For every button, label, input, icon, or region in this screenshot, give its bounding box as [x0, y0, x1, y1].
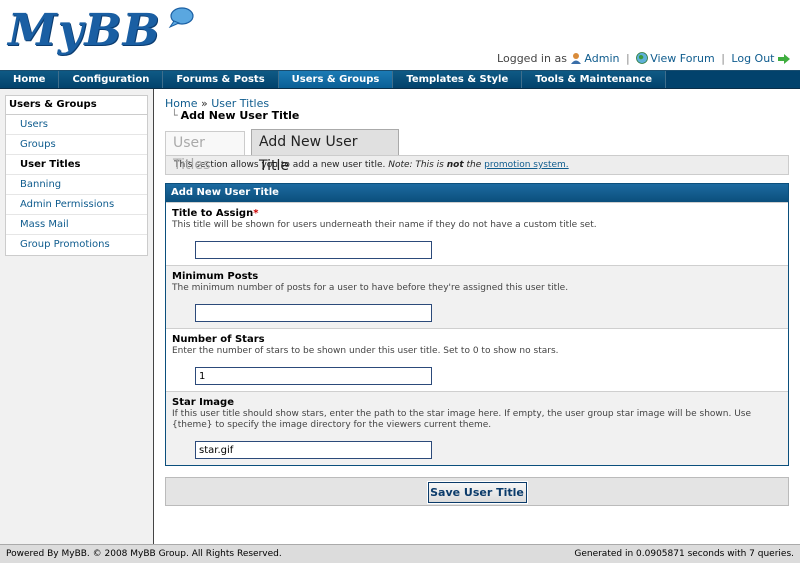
nav-templates-style[interactable]: Templates & Style [393, 71, 523, 88]
tab-add-new-user-title[interactable]: Add New User Title [251, 129, 399, 174]
form-row-number-of-stars: Number of Stars Enter the number of star… [166, 328, 788, 391]
sidebar-item-admin-permissions[interactable]: Admin Permissions [6, 195, 147, 215]
sidebar-item-banning[interactable]: Banning [6, 175, 147, 195]
submit-bar: Save User Title [165, 477, 789, 506]
form-row-minimum-posts: Minimum Posts The minimum number of post… [166, 265, 788, 328]
tab-user-titles[interactable]: User Titles [165, 131, 245, 173]
sidebar-item-users[interactable]: Users [6, 115, 147, 135]
side-menu: Users & Groups Users Groups User Titles … [5, 95, 148, 256]
globe-icon [636, 52, 649, 64]
nav-home[interactable]: Home [0, 71, 60, 88]
number-of-stars-input[interactable] [195, 367, 432, 385]
logo-text: MyBB [8, 5, 161, 56]
header: MyBB Logged in as Admin | View Forum | L… [0, 0, 800, 70]
nav-forums-posts[interactable]: Forums & Posts [163, 71, 279, 88]
field-label: Minimum Posts [172, 271, 259, 282]
main-nav: Home Configuration Forums & Posts Users … [0, 70, 800, 89]
page-title-text: Add New User Title [180, 109, 300, 122]
separator: | [625, 52, 630, 65]
required-mark: * [253, 208, 259, 219]
field-description: The minimum number of posts for a user t… [172, 283, 569, 293]
admin-user-link[interactable]: Admin [584, 52, 619, 65]
sidebar-item-mass-mail[interactable]: Mass Mail [6, 215, 147, 235]
nav-tools-maintenance[interactable]: Tools & Maintenance [522, 71, 667, 88]
field-description: Enter the number of stars to be shown un… [172, 346, 559, 356]
field-label: Star Image [172, 397, 234, 408]
footer-generation-stats: Generated in 0.0905871 seconds with 7 qu… [574, 549, 794, 559]
sidebar-item-user-titles[interactable]: User Titles [6, 155, 147, 175]
notice-note-bold: not [446, 160, 464, 170]
mybb-logo[interactable]: MyBB [8, 4, 194, 58]
footer-copyright: Powered By MyBB. © 2008 MyBB Group. All … [6, 549, 282, 559]
separator: | [721, 52, 725, 65]
nav-configuration[interactable]: Configuration [59, 71, 164, 88]
tree-branch-icon: └ [171, 109, 178, 122]
tab-bar: User Titles Add New User Title [165, 129, 789, 174]
field-description: If this user title should show stars, en… [172, 409, 752, 430]
side-menu-title: Users & Groups [6, 96, 147, 115]
page-title: └ Add New User Title [171, 110, 789, 122]
nav-users-groups[interactable]: Users & Groups [278, 71, 394, 88]
notice-note-suffix: the [466, 160, 482, 170]
user-icon [571, 53, 582, 64]
promotion-system-link[interactable]: promotion system. [484, 160, 569, 170]
logged-in-label: Logged in as [497, 52, 567, 65]
speech-bubble-icon [168, 7, 194, 28]
notice-note-prefix: Note: This is [388, 160, 444, 170]
logout-link[interactable]: Log Out [731, 52, 774, 65]
footer: Powered By MyBB. © 2008 MyBB Group. All … [0, 544, 800, 563]
title-input[interactable] [195, 241, 432, 259]
sidebar: Users & Groups Users Groups User Titles … [0, 89, 154, 544]
field-description: This title will be shown for users under… [172, 220, 597, 230]
form-row-title: Title to Assign* This title will be show… [166, 202, 788, 265]
field-label: Title to Assign* [172, 208, 259, 219]
save-user-title-button[interactable]: Save User Title [426, 481, 528, 504]
main-content: Home » User Titles └ Add New User Title U… [165, 97, 789, 506]
field-label: Number of Stars [172, 334, 265, 345]
view-forum-link[interactable]: View Forum [650, 52, 714, 65]
sidebar-item-group-promotions[interactable]: Group Promotions [6, 235, 147, 255]
form-heading: Add New User Title [166, 184, 788, 202]
minimum-posts-input[interactable] [195, 304, 432, 322]
user-bar: Logged in as Admin | View Forum | Log Ou… [497, 52, 792, 65]
form-row-star-image: Star Image If this user title should sho… [166, 391, 788, 465]
arrow-right-icon [778, 54, 790, 64]
sidebar-item-groups[interactable]: Groups [6, 135, 147, 155]
add-user-title-form: Add New User Title Title to Assign* This… [165, 183, 789, 466]
star-image-input[interactable] [195, 441, 432, 459]
